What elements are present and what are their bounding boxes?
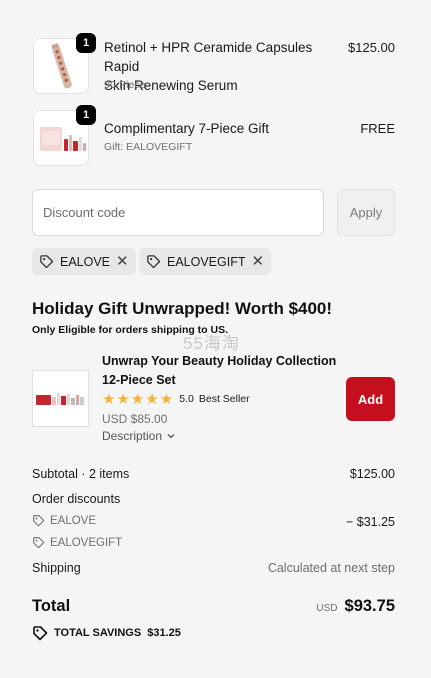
offer-thumbnail — [32, 370, 89, 427]
description-toggle[interactable]: Description — [102, 429, 176, 443]
quantity-badge: 1 — [76, 105, 96, 125]
description-label: Description — [102, 429, 163, 443]
item-variant: 90-Piece — [104, 79, 146, 91]
tag-icon — [33, 626, 48, 641]
order-discounts-label: Order discounts — [32, 492, 121, 506]
tag-icon — [33, 515, 45, 527]
offer-title-line: Unwrap Your Beauty Holiday Collection — [102, 354, 337, 368]
chip-label: EALOVE — [60, 254, 111, 269]
item-price: FREE — [360, 121, 395, 136]
tag-icon — [147, 255, 161, 269]
total-savings: TOTAL SAVINGS $31.25 — [32, 625, 181, 641]
total-currency: USD — [316, 603, 338, 614]
applied-code-chip: EALOVE ✕ — [32, 248, 136, 275]
holiday-set-image — [33, 371, 88, 426]
promo-title: Holiday Gift Unwrapped! Worth $400! — [32, 299, 333, 318]
add-offer-button[interactable]: Add — [346, 377, 395, 421]
item-title: Complimentary 7-Piece Gift — [104, 121, 270, 136]
discount-code-input[interactable] — [32, 189, 324, 236]
offer-price: USD $85.00 — [102, 412, 168, 426]
offer-title-line: 12-Piece Set — [102, 373, 176, 387]
subtotal-label: Subtotal · 2 items — [32, 467, 130, 481]
applied-code-chip: EALOVEGIFT ✕ — [139, 248, 272, 275]
tag-icon — [33, 537, 45, 549]
item-price: $125.00 — [348, 40, 395, 55]
apply-discount-button[interactable]: Apply — [337, 189, 395, 236]
discount-line: EALOVE — [32, 514, 96, 527]
chevron-down-icon — [167, 434, 175, 439]
rating-row: ★★★★★ 5.0 Best Seller — [102, 390, 250, 408]
subtotal-value: $125.00 — [349, 467, 395, 481]
shipping-label: Shipping — [32, 561, 81, 575]
tag-icon — [40, 255, 54, 269]
remove-code-icon[interactable]: ✕ — [252, 254, 265, 269]
discount-line-amount: − $31.25 — [345, 515, 395, 529]
shipping-value: Calculated at next step — [267, 561, 395, 575]
watermark: 55海淘 — [183, 334, 240, 353]
discount-line-code: EALOVE — [50, 514, 97, 527]
discount-line-code: EALOVEGIFT — [50, 536, 123, 549]
best-seller-badge: Best Seller — [198, 393, 250, 405]
total-amount: USD $93.75 — [316, 597, 395, 616]
item-variant: Gift: EALOVEGIFT — [104, 141, 193, 153]
savings-value: $31.25 — [147, 627, 181, 639]
total-value: $93.75 — [344, 597, 395, 615]
savings-label: TOTAL SAVINGS — [54, 627, 142, 639]
remove-code-icon[interactable]: ✕ — [116, 254, 129, 269]
chip-label: EALOVEGIFT — [167, 254, 246, 269]
quantity-badge: 1 — [76, 33, 96, 53]
total-label: Total — [32, 597, 71, 615]
discount-line: EALOVEGIFT — [32, 536, 122, 549]
star-rating-icon: ★★★★★ — [102, 391, 175, 408]
offer-title: Unwrap Your Beauty Holiday Collection 12… — [102, 352, 342, 390]
item-title-line: Retinol + HPR Ceramide Capsules Rapid — [104, 40, 313, 74]
rating-value: 5.0 — [179, 393, 194, 405]
